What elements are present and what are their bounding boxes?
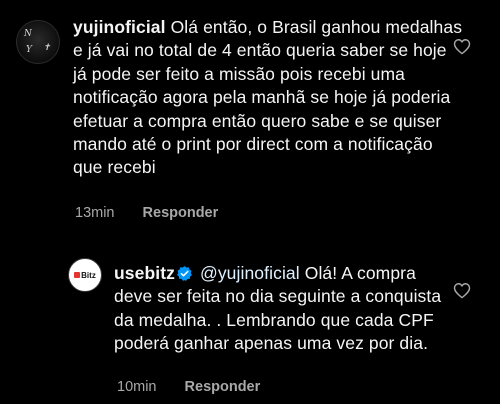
avatar[interactable]: N Y ✝ <box>16 20 60 64</box>
reply-button[interactable]: Responder <box>185 379 261 395</box>
comment-username[interactable]: yujinoficial <box>73 17 166 37</box>
comment-text: Olá então, o Brasil ganhou medalhas e já… <box>73 17 463 178</box>
comments-thread: N Y ✝ yujinoficial Olá então, o Brasil g… <box>0 0 500 404</box>
comment-meta: 10min Responder <box>117 379 260 395</box>
heart-icon[interactable] <box>453 38 471 55</box>
bitz-logo-mark <box>74 272 81 278</box>
comment-body: yujinoficial Olá então, o Brasil ganhou … <box>73 16 463 180</box>
bitz-logo: Bitz <box>74 271 96 280</box>
verified-badge-icon <box>177 266 192 281</box>
heart-icon[interactable] <box>453 282 471 299</box>
avatar-scribble: N <box>24 29 32 39</box>
bitz-logo-text: Bitz <box>81 270 96 280</box>
comment-timestamp: 10min <box>117 379 157 395</box>
avatar[interactable]: Bitz <box>68 258 102 292</box>
comment-username[interactable]: usebitz <box>114 263 175 283</box>
comment-meta: 13min Responder <box>75 205 218 221</box>
comment-body: usebitz @yujinoficial Olá! A compra deve… <box>114 262 444 356</box>
avatar-scribble: Y <box>26 45 32 55</box>
avatar-scribble: ✝ <box>43 43 51 53</box>
comment-timestamp: 13min <box>75 205 115 221</box>
comment-mention[interactable]: @yujinoficial <box>200 263 300 283</box>
reply-button[interactable]: Responder <box>143 205 219 221</box>
